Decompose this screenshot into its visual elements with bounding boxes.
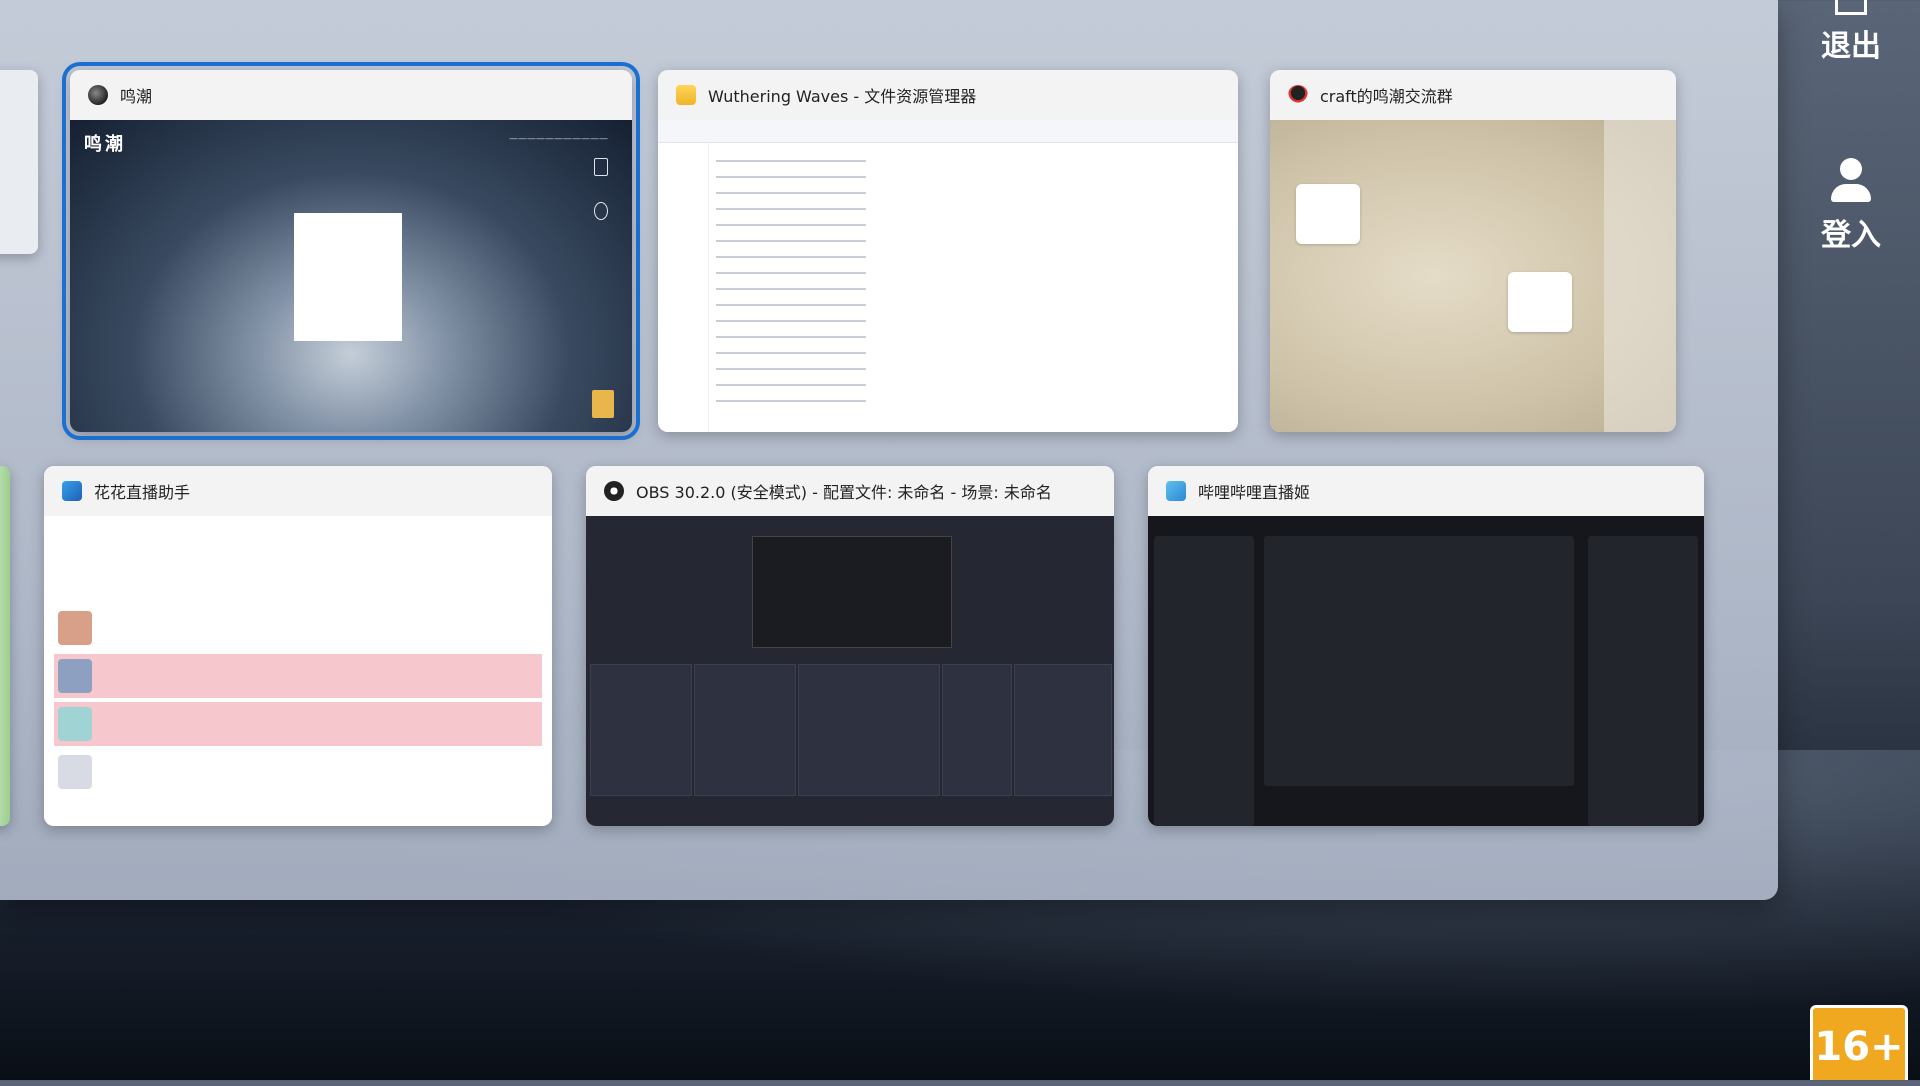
file-row: [716, 336, 866, 338]
window-card-qq-group[interactable]: craft的鸣潮交流群: [1270, 70, 1676, 432]
huahua-preview: [44, 516, 552, 826]
window-title: 哔哩哔哩直播姬: [1198, 483, 1311, 502]
window-card-obs[interactable]: OBS 30.2.0 (安全模式) - 配置文件: 未命名 - 场景: 未命名: [586, 466, 1114, 826]
launcher-badge: [592, 390, 614, 418]
window-preview: [1148, 516, 1704, 826]
task-view-panel: 鸣潮 鸣潮 ——————————— Wuthering Waves - 文件资源…: [0, 0, 1778, 900]
file-row: [716, 208, 866, 210]
obs-scenes-dock: [590, 664, 692, 796]
explorer-toolbar: [658, 120, 1238, 143]
list-item: [54, 702, 542, 746]
window-title: 鸣潮: [120, 87, 153, 106]
obs-scene-preview: [752, 536, 952, 648]
list-item: [54, 606, 542, 650]
obs-audio-mixer: [798, 664, 940, 796]
window-title: craft的鸣潮交流群: [1320, 87, 1453, 106]
window-card-bilibili-live[interactable]: 哔哩哔哩直播姬: [1148, 466, 1704, 826]
file-row: [716, 304, 866, 306]
window-title: Wuthering Waves - 文件资源管理器: [708, 87, 977, 106]
obs-preview: [586, 516, 1114, 826]
user-icon: [1829, 158, 1873, 204]
game-logo: 鸣潮: [84, 134, 126, 155]
file-row: [716, 368, 866, 370]
window-card-header: OBS 30.2.0 (安全模式) - 配置文件: 未命名 - 场景: 未命名: [586, 466, 1114, 516]
file-row: [716, 272, 866, 274]
window-card-header: Wuthering Waves - 文件资源管理器: [658, 70, 1238, 120]
window-card-wuthering-waves[interactable]: 鸣潮 鸣潮 ———————————: [62, 62, 640, 440]
file-row: [716, 224, 866, 226]
launcher-white-panel: [294, 213, 402, 341]
chat-sticker: [1508, 272, 1572, 332]
file-row: [716, 320, 866, 322]
qq-chat-preview: [1270, 120, 1676, 432]
file-row: [716, 400, 866, 402]
obs-controls-dock: [1014, 664, 1112, 796]
file-row: [716, 160, 866, 162]
window-preview: [1270, 120, 1676, 432]
explorer-sidebar: [658, 142, 709, 432]
file-row: [716, 256, 866, 258]
obs-sources-dock: [694, 664, 796, 796]
window-title: OBS 30.2.0 (安全模式) - 配置文件: 未命名 - 场景: 未命名: [636, 483, 1052, 502]
window-card-header: 哔哩哔哩直播姬: [1148, 466, 1704, 516]
window-preview: [658, 120, 1238, 432]
bili-chat-list: [1588, 536, 1698, 826]
age-rating-badge: 16+: [1810, 1005, 1908, 1080]
wuthering-waves-icon: [88, 85, 108, 105]
explorer-preview: [658, 120, 1238, 432]
file-row: [716, 288, 866, 290]
exit-label: 退出: [1821, 29, 1881, 64]
window-card-header: 鸣潮: [70, 70, 632, 120]
window-preview: [586, 516, 1114, 826]
list-item: [54, 654, 542, 698]
file-row: [716, 176, 866, 178]
bili-stream-area: [1264, 536, 1574, 786]
chat-sticker: [1296, 184, 1360, 244]
avatar: [58, 755, 92, 789]
file-row: [716, 384, 866, 386]
window-title: 花花直播助手: [94, 483, 191, 502]
offscreen-window-card-left-bottom[interactable]: [0, 466, 10, 826]
file-row: [716, 352, 866, 354]
login-button[interactable]: 登入: [1816, 158, 1886, 254]
avatar: [58, 707, 92, 741]
window-card-header: 花花直播助手: [44, 466, 552, 516]
window-card-header: craft的鸣潮交流群: [1270, 70, 1676, 120]
window-card-huahua[interactable]: 花花直播助手: [44, 466, 552, 826]
list-item: [54, 750, 542, 794]
launcher-side-button: [594, 202, 608, 220]
member-list-panel: [1604, 120, 1676, 432]
obs-icon: [604, 481, 624, 501]
qq-penguin-icon: [1288, 85, 1308, 105]
exit-icon: [1835, 0, 1867, 15]
launcher-side-button: [594, 158, 608, 176]
huahua-icon: [62, 481, 82, 501]
window-preview: [44, 516, 552, 826]
game-launcher-preview: 鸣潮 ———————————: [70, 120, 632, 432]
offscreen-window-card-left-top[interactable]: [0, 70, 38, 254]
login-label: 登入: [1821, 218, 1881, 253]
game-version-text: ———————————: [509, 134, 608, 144]
avatar: [58, 611, 92, 645]
folder-icon: [676, 85, 696, 105]
bili-left-panel: [1154, 536, 1254, 826]
bilibili-live-preview: [1148, 516, 1704, 826]
window-preview: 鸣潮 ———————————: [70, 120, 632, 432]
avatar: [58, 659, 92, 693]
window-card-file-explorer[interactable]: Wuthering Waves - 文件资源管理器: [658, 70, 1238, 432]
file-row: [716, 240, 866, 242]
exit-button[interactable]: 退出: [1816, 0, 1886, 65]
obs-transitions-dock: [942, 664, 1012, 796]
bilibili-live-icon: [1166, 481, 1186, 501]
file-row: [716, 192, 866, 194]
